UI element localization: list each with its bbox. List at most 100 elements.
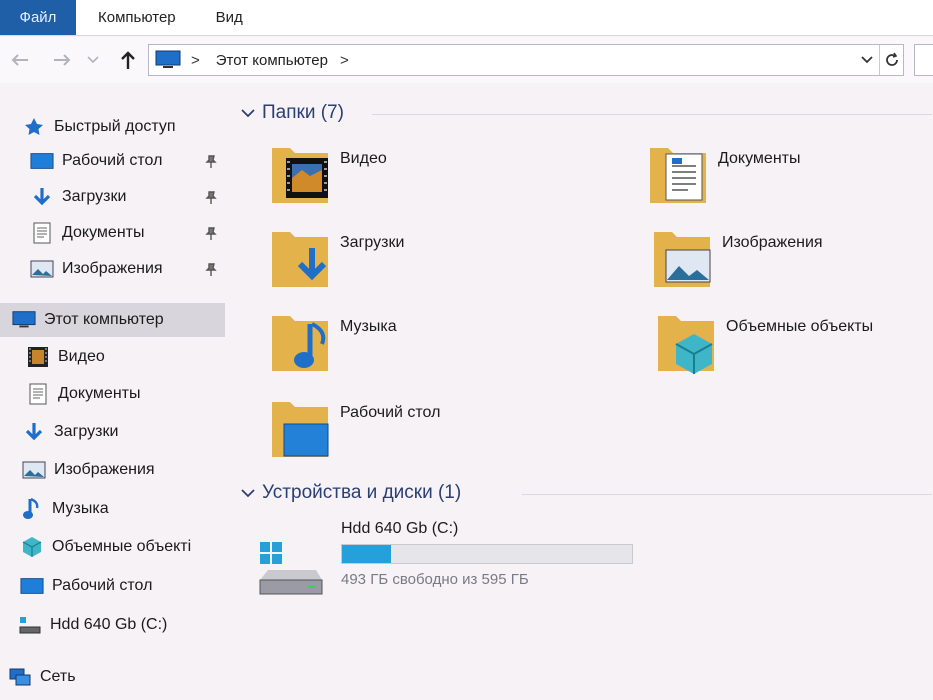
sidebar-item-quick-access[interactable]: Быстрый доступ xyxy=(22,110,247,144)
drive-free-space: 493 ГБ свободно из 595 ГБ xyxy=(341,571,529,588)
pin-icon[interactable] xyxy=(204,190,218,206)
folder-tile-3d-objects[interactable]: Объемные объекты xyxy=(656,310,933,380)
sidebar-item-quick-desktop[interactable]: Рабочий стол xyxy=(30,144,255,178)
sidebar-item-drive-c[interactable]: Hdd 640 Gb (C:) xyxy=(18,608,243,642)
pictures-icon xyxy=(30,258,54,280)
pictures-icon xyxy=(22,459,46,481)
breadcrumb-separator[interactable]: > xyxy=(340,52,349,69)
group-header-devices[interactable]: Устройства и диски (1) xyxy=(240,478,461,508)
drive-icon xyxy=(18,614,42,636)
group-title: Папки (7) xyxy=(262,102,344,123)
sidebar-item-label: Загрузки xyxy=(62,188,127,205)
music-icon xyxy=(20,497,44,520)
arrow-left-icon xyxy=(11,54,28,66)
chevron-down-icon xyxy=(87,56,99,64)
sidebar-item-label: Рабочий стол xyxy=(62,152,163,169)
arrow-right-icon xyxy=(54,54,71,66)
sidebar-item-label: Рабочий стол xyxy=(52,577,153,594)
sidebar-item-downloads[interactable]: Загрузки xyxy=(22,415,247,449)
up-button[interactable] xyxy=(114,46,142,74)
navigation-pane: Быстрый доступ Рабочий стол Загрузки Док… xyxy=(0,100,232,700)
sidebar-item-quick-documents[interactable]: Документы xyxy=(30,216,255,250)
download-icon xyxy=(22,421,46,443)
tab-computer[interactable]: Компьютер xyxy=(76,0,196,35)
sidebar-item-this-pc[interactable]: Этот компьютер xyxy=(0,303,225,337)
sidebar-item-label: Музыка xyxy=(52,500,109,517)
pin-icon[interactable] xyxy=(204,226,218,242)
sidebar-item-label: Быстрый доступ xyxy=(54,118,176,135)
chevron-down-icon xyxy=(861,56,873,64)
recent-locations-button[interactable] xyxy=(84,46,102,74)
sidebar-item-label: Изображения xyxy=(62,260,163,277)
video-icon xyxy=(26,346,50,368)
drive-usage-fill xyxy=(342,545,392,563)
sidebar-item-label: Загрузки xyxy=(54,423,119,440)
computer-icon xyxy=(155,50,181,68)
tab-view[interactable]: Вид xyxy=(196,0,263,35)
folder-label: Рабочий стол xyxy=(340,404,441,421)
content-pane: Папки (7) Видео Документы Загрузки Изобр… xyxy=(232,86,933,700)
document-icon xyxy=(30,222,54,244)
chevron-down-icon xyxy=(241,109,255,118)
folder-label: Видео xyxy=(340,150,387,167)
forward-button[interactable] xyxy=(48,46,76,74)
navigation-bar: > Этот компьютер > xyxy=(0,37,933,83)
address-history-button[interactable] xyxy=(855,45,879,75)
sidebar-item-label: Документы xyxy=(62,224,145,241)
sidebar-item-video[interactable]: Видео xyxy=(26,340,251,374)
folder-tile-music[interactable]: Музыка xyxy=(270,310,590,380)
sidebar-item-label: Видео xyxy=(58,348,105,365)
desktop-icon xyxy=(30,150,54,172)
drive-name: Hdd 640 Gb (C:) xyxy=(341,520,459,537)
folder-tile-documents[interactable]: Документы xyxy=(648,142,933,212)
chevron-down-icon xyxy=(241,489,255,498)
group-divider xyxy=(372,114,932,115)
sidebar-item-documents[interactable]: Документы xyxy=(26,377,251,411)
search-box[interactable] xyxy=(914,44,933,76)
back-button[interactable] xyxy=(6,46,34,74)
sidebar-item-label: Объемные объекті xyxy=(52,538,192,555)
computer-icon xyxy=(12,309,36,331)
group-header-folders[interactable]: Папки (7) xyxy=(240,98,344,128)
pin-icon[interactable] xyxy=(204,154,218,170)
drive-icon xyxy=(259,542,323,595)
3d-objects-icon xyxy=(20,536,44,558)
folder-tile-downloads[interactable]: Загрузки xyxy=(270,226,590,296)
sidebar-item-quick-pictures[interactable]: Изображения xyxy=(30,252,255,286)
documents-folder-icon xyxy=(650,148,706,203)
sidebar-item-desktop[interactable]: Рабочий стол xyxy=(20,569,245,603)
desktop-icon xyxy=(20,575,44,597)
breadcrumb-separator[interactable]: > xyxy=(191,52,200,69)
sidebar-item-3d-objects[interactable]: Объемные объекті xyxy=(20,530,245,564)
folder-label: Объемные объекты xyxy=(726,318,874,335)
folder-tile-desktop[interactable]: Рабочий стол xyxy=(270,396,590,466)
sidebar-item-label: Hdd 640 Gb (C:) xyxy=(50,616,168,633)
folder-label: Изображения xyxy=(722,234,823,251)
refresh-button[interactable] xyxy=(879,45,903,75)
folder-label: Музыка xyxy=(340,318,397,335)
drive-usage-bar xyxy=(341,544,633,564)
folder-tile-video[interactable]: Видео xyxy=(270,142,590,212)
pin-icon[interactable] xyxy=(204,262,218,278)
refresh-icon xyxy=(885,52,898,66)
download-icon xyxy=(30,186,54,208)
sidebar-item-label: Сеть xyxy=(40,668,76,685)
sidebar-item-network[interactable]: Сеть xyxy=(8,660,233,694)
tab-file[interactable]: Файл xyxy=(0,0,76,35)
ribbon: Файл Компьютер Вид xyxy=(0,0,933,36)
sidebar-item-pictures[interactable]: Изображения xyxy=(22,453,247,487)
address-bar[interactable]: > Этот компьютер > xyxy=(148,44,904,76)
music-folder-icon xyxy=(272,316,328,371)
breadcrumb-this-pc[interactable]: Этот компьютер xyxy=(216,52,328,69)
group-divider xyxy=(522,494,932,495)
3d-objects-folder-icon xyxy=(658,316,714,374)
drive-tile-c[interactable]: Hdd 640 Gb (C:) 493 ГБ свободно из 595 Г… xyxy=(256,516,676,606)
video-folder-icon xyxy=(272,148,328,203)
sidebar-item-quick-downloads[interactable]: Загрузки xyxy=(30,180,255,214)
sidebar-item-music[interactable]: Музыка xyxy=(20,492,245,526)
folder-tile-pictures[interactable]: Изображения xyxy=(652,226,933,296)
sidebar-item-label: Этот компьютер xyxy=(44,311,164,328)
group-title: Устройства и диски (1) xyxy=(262,482,462,503)
desktop-folder-icon xyxy=(272,402,329,457)
pictures-folder-icon xyxy=(654,232,711,287)
